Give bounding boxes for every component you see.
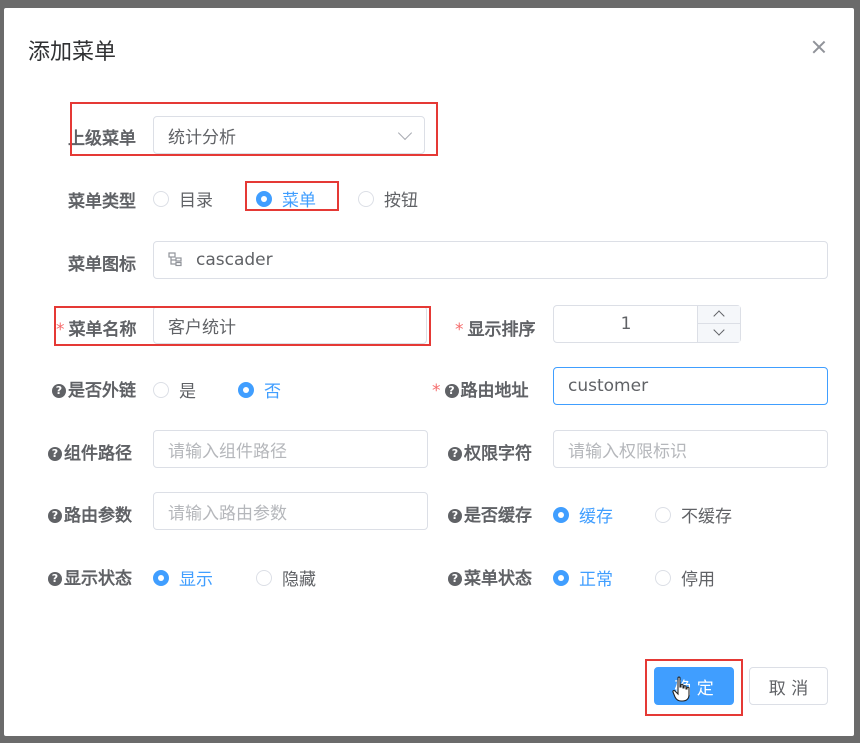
- display-order-label-text: 显示排序: [467, 320, 536, 340]
- menu-name-input[interactable]: 客户统计: [153, 306, 427, 344]
- radio-dot: [256, 190, 272, 207]
- permission-label-text: 权限字符: [464, 444, 532, 464]
- required-mark: *: [455, 320, 464, 340]
- question-icon: ?: [448, 447, 462, 461]
- radio-dot: [655, 506, 671, 523]
- radio-dot: [256, 569, 272, 586]
- route-path-value: customer: [568, 376, 649, 396]
- component-path-input[interactable]: 请输入组件路径: [153, 430, 428, 468]
- radio-dot: [655, 569, 671, 586]
- menu-icon-value: cascader: [196, 250, 273, 270]
- radio-label: 按钮: [384, 191, 418, 211]
- hand-cursor-icon: [672, 676, 690, 702]
- increase-button[interactable]: [698, 306, 740, 324]
- radio-cache-yes[interactable]: 缓存: [553, 502, 613, 527]
- route-params-input[interactable]: 请输入路由参数: [153, 492, 428, 530]
- radio-dot: [153, 381, 169, 398]
- radio-status-disabled[interactable]: 停用: [655, 565, 715, 590]
- dialog-title: 添加菜单: [28, 40, 117, 65]
- route-path-label-text: 路由地址: [460, 381, 529, 401]
- menu-name-value: 客户统计: [168, 317, 236, 338]
- display-order-stepper[interactable]: 1: [553, 305, 741, 343]
- cascader-icon: [168, 252, 182, 267]
- radio-label: 目录: [179, 191, 213, 211]
- radio-dot: [238, 381, 254, 398]
- question-icon: ?: [48, 572, 62, 586]
- radio-dot: [358, 190, 374, 207]
- close-icon[interactable]: [810, 38, 828, 56]
- radio-label: 显示: [179, 570, 213, 590]
- radio-external-yes[interactable]: 是: [153, 377, 196, 402]
- status-label: ? 菜单状态: [448, 564, 532, 589]
- radio-label: 菜单: [282, 191, 316, 211]
- decrease-button[interactable]: [698, 324, 740, 342]
- radio-dot: [553, 569, 569, 586]
- radio-menu-type-directory[interactable]: 目录: [153, 186, 213, 211]
- permission-label: ? 权限字符: [448, 439, 532, 464]
- is-cache-label-text: 是否缓存: [464, 506, 532, 526]
- route-params-placeholder: 请输入路由参数: [168, 503, 287, 524]
- question-icon: ?: [48, 509, 62, 523]
- radio-label: 正常: [579, 570, 613, 590]
- parent-menu-select[interactable]: 统计分析: [153, 116, 425, 154]
- radio-label: 是: [179, 382, 196, 402]
- question-icon: ?: [444, 384, 459, 398]
- menu-type-label: 菜单类型: [68, 192, 136, 212]
- visible-label-text: 显示状态: [64, 569, 132, 589]
- radio-visible-show[interactable]: 显示: [153, 565, 213, 590]
- question-icon: ?: [448, 572, 462, 586]
- radio-label: 缓存: [579, 507, 613, 527]
- radio-dot: [553, 506, 569, 523]
- cancel-button[interactable]: 取 消: [749, 667, 828, 705]
- is-cache-label: ? 是否缓存: [448, 501, 532, 526]
- question-icon: ?: [52, 384, 66, 398]
- radio-label: 停用: [681, 570, 715, 590]
- display-order-label: * 显示排序: [455, 315, 536, 340]
- visible-label: ? 显示状态: [48, 564, 132, 589]
- add-menu-dialog: 添加菜单 上级菜单 统计分析 菜单类型 目录 菜单 按钮 菜单图标 cascad…: [4, 8, 854, 736]
- route-params-label-text: 路由参数: [64, 506, 132, 526]
- required-mark: *: [56, 320, 65, 340]
- question-icon: ?: [448, 509, 462, 523]
- radio-label: 不缓存: [681, 507, 732, 527]
- parent-menu-value: 统计分析: [168, 127, 236, 148]
- radio-dot: [153, 569, 169, 586]
- route-path-input[interactable]: customer: [553, 367, 828, 405]
- radio-label: 否: [264, 382, 281, 402]
- component-path-placeholder: 请输入组件路径: [168, 441, 287, 462]
- radio-visible-hide[interactable]: 隐藏: [256, 565, 316, 590]
- menu-icon-label: 菜单图标: [68, 255, 136, 275]
- chevron-up-icon: [713, 310, 725, 322]
- radio-menu-type-menu[interactable]: 菜单: [256, 186, 316, 211]
- menu-name-label: * 菜单名称: [56, 315, 137, 340]
- route-params-label: ? 路由参数: [48, 501, 132, 526]
- radio-dot: [153, 190, 169, 207]
- permission-input[interactable]: 请输入权限标识: [553, 430, 828, 468]
- required-mark: *: [432, 381, 441, 401]
- route-path-label: *? 路由地址: [432, 376, 529, 401]
- radio-menu-type-button[interactable]: 按钮: [358, 186, 418, 211]
- stepper-buttons: [697, 306, 740, 342]
- is-external-label: ? 是否外链: [52, 376, 136, 401]
- chevron-down-icon: [397, 125, 413, 141]
- status-label-text: 菜单状态: [464, 569, 532, 589]
- is-external-label-text: 是否外链: [68, 381, 136, 401]
- radio-external-no[interactable]: 否: [238, 377, 281, 402]
- component-path-label: ? 组件路径: [48, 439, 132, 464]
- question-icon: ?: [48, 447, 62, 461]
- menu-icon-input[interactable]: cascader: [153, 241, 828, 279]
- radio-cache-no[interactable]: 不缓存: [655, 502, 732, 527]
- display-order-value: 1: [620, 314, 632, 334]
- confirm-button[interactable]: 确 定: [654, 667, 734, 705]
- component-path-label-text: 组件路径: [64, 444, 132, 464]
- parent-menu-label: 上级菜单: [68, 129, 136, 149]
- permission-placeholder: 请输入权限标识: [568, 441, 687, 462]
- chevron-down-icon: [713, 324, 725, 336]
- radio-status-normal[interactable]: 正常: [553, 565, 613, 590]
- menu-name-label-text: 菜单名称: [68, 320, 137, 340]
- radio-label: 隐藏: [282, 570, 316, 590]
